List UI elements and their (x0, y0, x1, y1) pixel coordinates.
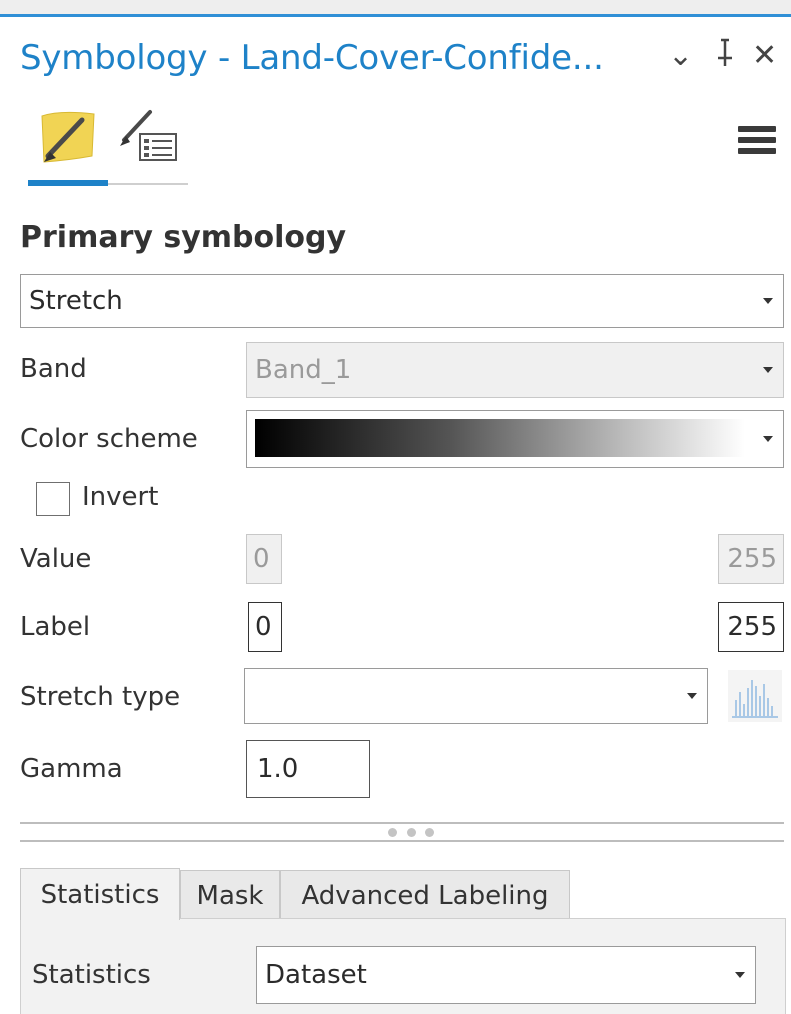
tab-statistics[interactable]: Statistics (20, 868, 180, 920)
splitter-grip-icon[interactable] (388, 826, 434, 838)
band-value: Band_1 (255, 355, 352, 385)
stretch-type-dropdown[interactable] (244, 668, 708, 724)
dropdown-arrow-icon (735, 972, 745, 978)
statistics-dropdown[interactable]: Dataset (256, 946, 756, 1004)
statistics-label: Statistics (32, 960, 151, 990)
dropdown-arrow-icon (763, 436, 773, 442)
hamburger-menu-icon[interactable] (738, 126, 776, 158)
paintbrush-polygon-icon[interactable] (36, 104, 100, 168)
band-label: Band (20, 354, 87, 384)
label-max-field[interactable]: 255 (718, 602, 784, 652)
label-min-field[interactable]: 0 (248, 602, 282, 652)
active-pane-indicator (0, 14, 791, 17)
top-strip (0, 0, 791, 14)
gamma-field[interactable]: 1.0 (246, 740, 370, 798)
splitter-line (20, 840, 784, 842)
invert-checkbox[interactable] (36, 482, 70, 516)
pane-title: Symbology - Land-Cover-Confide... (20, 38, 604, 78)
dropdown-arrow-icon (687, 693, 697, 699)
tab-mask[interactable]: Mask (180, 870, 280, 920)
color-ramp-preview (255, 419, 745, 457)
symbology-type-dropdown[interactable]: Stretch (20, 274, 784, 328)
splitter-line (20, 822, 784, 824)
dropdown-arrow-icon (763, 367, 773, 373)
tab-advanced-labeling[interactable]: Advanced Labeling (280, 870, 570, 920)
section-heading: Primary symbology (20, 220, 347, 255)
statistics-value: Dataset (265, 960, 367, 990)
active-tab-indicator (28, 180, 108, 186)
tab-baseline (108, 183, 188, 185)
label-row-label: Label (20, 612, 91, 642)
dropdown-arrow-icon (763, 298, 773, 304)
close-icon[interactable]: ✕ (752, 36, 777, 76)
brush-legend-icon[interactable] (116, 104, 180, 168)
gamma-label: Gamma (20, 754, 123, 784)
stretch-type-label: Stretch type (20, 682, 181, 712)
color-scheme-dropdown[interactable] (246, 410, 784, 468)
band-dropdown[interactable]: Band_1 (246, 342, 784, 398)
value-min-field[interactable]: 0 (246, 534, 282, 584)
histogram-icon[interactable] (728, 670, 782, 722)
color-scheme-label: Color scheme (20, 424, 198, 454)
pin-icon[interactable] (714, 36, 736, 81)
value-label: Value (20, 544, 92, 574)
chevron-down-icon[interactable]: ⌄ (668, 36, 693, 76)
value-max-field[interactable]: 255 (718, 534, 784, 584)
invert-label: Invert (82, 482, 159, 512)
symbology-type-value: Stretch (29, 286, 123, 316)
